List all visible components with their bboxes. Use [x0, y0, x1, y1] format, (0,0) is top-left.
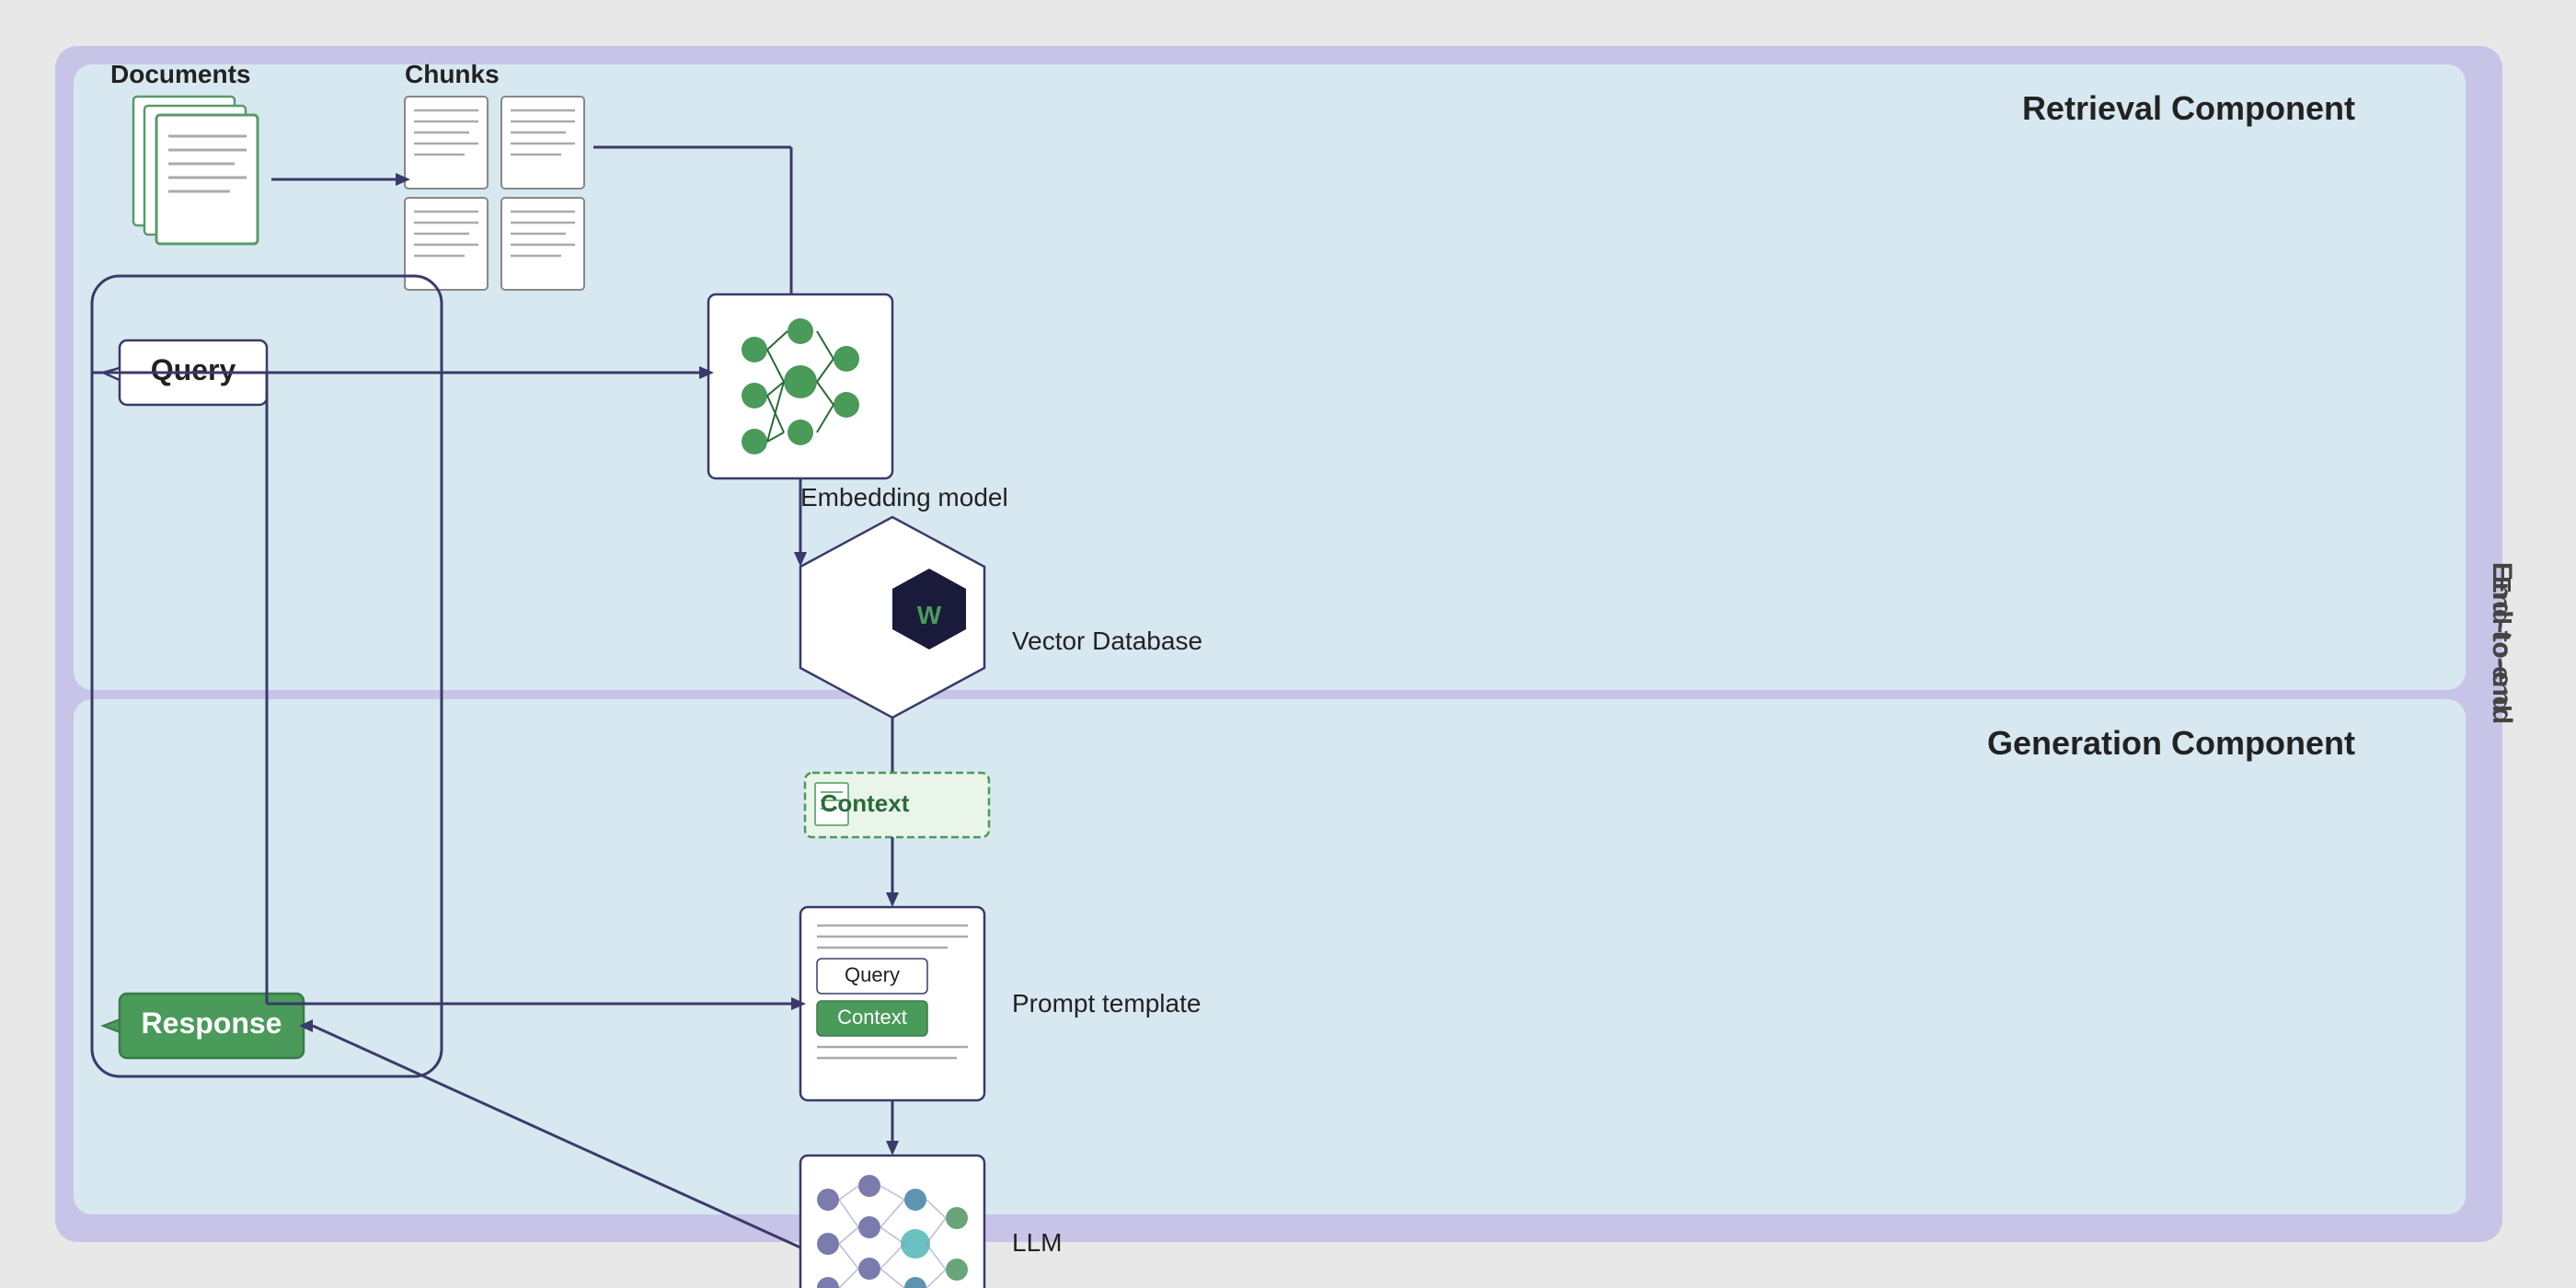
prompt-query-badge: Query — [845, 963, 900, 986]
query-bubble: Query — [151, 353, 236, 386]
embedding-model-label: Embedding model — [800, 483, 1008, 512]
vector-database-label: Vector Database — [1012, 627, 1202, 655]
end-to-end-label: End-to-end — [2488, 576, 2516, 712]
chunks-label: Chunks — [405, 60, 500, 88]
response-bubble: Response — [142, 1006, 282, 1040]
retrieval-title: Retrieval Component — [2022, 89, 2355, 127]
prompt-template-label: Prompt template — [1012, 989, 1201, 1018]
context-label: Context — [821, 789, 910, 817]
llm-label: LLM — [1012, 1228, 1062, 1257]
documents-label: Documents — [110, 60, 250, 88]
prompt-context-badge: Context — [837, 1006, 907, 1029]
svg-text:W: W — [917, 601, 942, 629]
generation-title: Generation Component — [1987, 724, 2355, 762]
